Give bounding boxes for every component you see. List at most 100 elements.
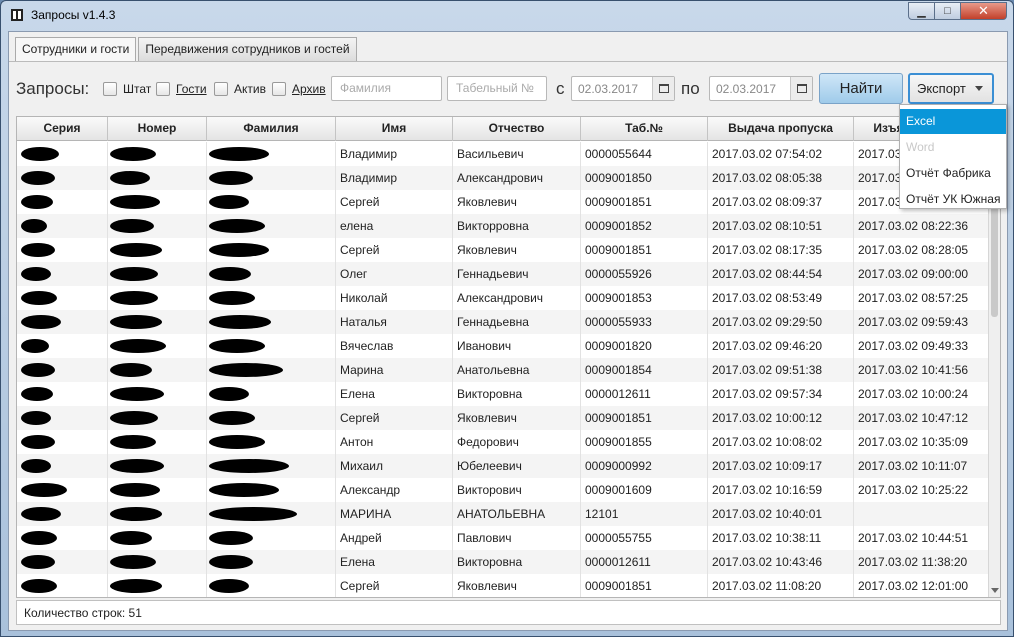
cell-col-tabnum: 0009001851 xyxy=(581,238,708,262)
active-checkbox[interactable] xyxy=(214,82,228,96)
redacted-mark xyxy=(209,387,249,401)
staff-checkbox-label[interactable]: Штат xyxy=(123,82,151,96)
export-button[interactable]: Экспорт xyxy=(908,73,994,104)
cell-col-issue: 2017.03.02 09:57:34 xyxy=(708,382,854,406)
table-row[interactable]: Сергей Яковлевич 0009001851 2017.03.02 08:1… xyxy=(17,238,1000,262)
active-checkbox-label[interactable]: Актив xyxy=(234,82,266,96)
redacted-mark xyxy=(110,507,162,521)
cell-col-name: Вячеслав xyxy=(336,334,453,358)
cell-col-patronymic: Васильевич xyxy=(453,142,581,166)
table-row[interactable]: Сергей Яковлевич 0009001851 2017.03.02 10:0… xyxy=(17,406,1000,430)
header-col-issue[interactable]: Выдача пропуска xyxy=(708,117,854,141)
cell-col-name: Александр xyxy=(336,478,453,502)
header-col-number[interactable]: Номер xyxy=(108,117,207,141)
cell-col-issue: 2017.03.02 10:43:46 xyxy=(708,550,854,574)
export-menu-item-uk-south-report[interactable]: Отчёт УК Южная xyxy=(900,187,1006,212)
redacted-mark xyxy=(209,555,253,569)
find-button[interactable]: Найти xyxy=(819,73,903,104)
header-col-tabnum[interactable]: Таб.№ xyxy=(581,117,708,141)
from-calendar-button[interactable] xyxy=(652,77,674,100)
guests-checkbox[interactable] xyxy=(156,82,170,96)
header-col-surname[interactable]: Фамилия xyxy=(207,117,336,141)
table-row[interactable]: Сергей Яковлевич 0009001851 2017.03.02 11:0… xyxy=(17,574,1000,597)
cell-col-number xyxy=(108,478,207,502)
cell-col-surname xyxy=(207,430,336,454)
cell-col-tabnum: 0009001850 xyxy=(581,166,708,190)
table-row[interactable]: елена Викторровна 0009001852 2017.03.02 08:… xyxy=(17,214,1000,238)
table-row[interactable]: Николай Александрович 0009001853 2017.03.02… xyxy=(17,286,1000,310)
cell-col-surname xyxy=(207,502,336,526)
cell-col-surname xyxy=(207,262,336,286)
archive-checkbox-label[interactable]: Архив xyxy=(292,82,326,96)
cell-col-patronymic: Иванович xyxy=(453,334,581,358)
redacted-mark xyxy=(209,579,249,593)
cell-col-issue: 2017.03.02 10:16:59 xyxy=(708,478,854,502)
cell-col-tabnum: 0000055755 xyxy=(581,526,708,550)
cell-col-patronymic: Викторович xyxy=(453,478,581,502)
redacted-mark xyxy=(21,387,53,401)
tabnum-input[interactable]: Табельный № xyxy=(447,76,547,101)
table-row[interactable]: Андрей Павлович 0000055755 2017.03.02 10:38… xyxy=(17,526,1000,550)
table-row[interactable]: Олег Геннадьевич 0000055926 2017.03.02 08:4… xyxy=(17,262,1000,286)
tab-staff-guests[interactable]: Сотрудники и гости xyxy=(15,37,137,62)
cell-col-number xyxy=(108,334,207,358)
cell-col-surname xyxy=(207,526,336,550)
cell-col-name: Сергей xyxy=(336,574,453,597)
from-date-picker[interactable]: 02.03.2017 xyxy=(571,76,675,101)
redacted-mark xyxy=(21,147,59,161)
cell-col-series xyxy=(17,262,108,286)
cell-col-number xyxy=(108,526,207,550)
guests-checkbox-label[interactable]: Гости xyxy=(176,82,207,96)
table-row[interactable]: Владимир Александрович 0009001850 2017.03.0… xyxy=(17,166,1000,190)
cell-col-surname xyxy=(207,454,336,478)
cell-col-number xyxy=(108,358,207,382)
header-col-series[interactable]: Серия xyxy=(17,117,108,141)
cell-col-issue: 2017.03.02 08:44:54 xyxy=(708,262,854,286)
close-button[interactable]: ✕ xyxy=(961,2,1007,20)
minimize-button[interactable]: ▁ xyxy=(908,2,935,20)
cell-col-issue: 2017.03.02 08:53:49 xyxy=(708,286,854,310)
redacted-mark xyxy=(209,483,279,497)
redacted-mark xyxy=(110,291,158,305)
to-calendar-button[interactable] xyxy=(790,77,812,100)
export-menu-item-factory-report[interactable]: Отчёт Фабрика xyxy=(900,161,1006,186)
header-col-name[interactable]: Имя xyxy=(336,117,453,141)
table-row[interactable]: Елена Викторовна 0000012611 2017.03.02 09:5… xyxy=(17,382,1000,406)
table-row[interactable]: МАРИНА АНАТОЛЬЕВНА 12101 2017.03.02 10:40:0… xyxy=(17,502,1000,526)
cell-col-patronymic: Викторовна xyxy=(453,550,581,574)
archive-checkbox[interactable] xyxy=(272,82,286,96)
status-bar: Количество строк: 51 xyxy=(16,600,1001,625)
redacted-mark xyxy=(110,411,158,425)
tab-movements[interactable]: Передвижения сотрудников и гостей xyxy=(138,37,357,61)
table-row[interactable]: Сергей Яковлевич 0009001851 2017.03.02 08:0… xyxy=(17,190,1000,214)
surname-input[interactable]: Фамилия xyxy=(331,76,442,101)
redacted-mark xyxy=(21,555,55,569)
table-row[interactable]: Марина Анатольевна 0009001854 2017.03.02 09… xyxy=(17,358,1000,382)
export-menu-item-excel[interactable]: Excel xyxy=(900,109,1006,134)
table-row[interactable]: Александр Викторович 0009001609 2017.03.02 … xyxy=(17,478,1000,502)
title-bar[interactable]: Запросы v1.4.3 ▁ □ ✕ xyxy=(1,1,1013,29)
redacted-mark xyxy=(110,171,150,185)
cell-col-return: 2017.03.02 10:44:51 xyxy=(854,526,1000,550)
header-col-patronymic[interactable]: Отчество xyxy=(453,117,581,141)
table-row[interactable]: Елена Викторовна 0000012611 2017.03.02 10:4… xyxy=(17,550,1000,574)
table-row[interactable]: Вячеслав Иванович 0009001820 2017.03.02 09:… xyxy=(17,334,1000,358)
cell-col-issue: 2017.03.02 11:08:20 xyxy=(708,574,854,597)
to-date-picker[interactable]: 02.03.2017 xyxy=(709,76,813,101)
table-row[interactable]: Владимир Васильевич 0000055644 2017.03.02 0… xyxy=(17,142,1000,166)
redacted-mark xyxy=(110,555,156,569)
results-table[interactable]: Серия Номер Фамилия Имя Отчество Таб.№ Выдача … xyxy=(16,116,1001,598)
cell-col-return: 2017.03.02 10:25:22 xyxy=(854,478,1000,502)
table-row[interactable]: Наталья Геннадьевна 0000055933 2017.03.02 0… xyxy=(17,310,1000,334)
table-row[interactable]: Антон Федорович 0009001855 2017.03.02 10:08… xyxy=(17,430,1000,454)
cell-col-tabnum: 0000055926 xyxy=(581,262,708,286)
cell-col-name: Сергей xyxy=(336,238,453,262)
cell-col-issue: 2017.03.02 08:10:51 xyxy=(708,214,854,238)
cell-col-surname xyxy=(207,214,336,238)
scroll-down-icon[interactable] xyxy=(991,588,999,593)
cell-col-patronymic: Яковлевич xyxy=(453,406,581,430)
query-toolbar: Запросы: Штат Гости Актив Архив Фамилия … xyxy=(9,70,1007,110)
staff-checkbox[interactable] xyxy=(103,82,117,96)
table-row[interactable]: Михаил Юбелеевич 0009000992 2017.03.02 10:0… xyxy=(17,454,1000,478)
maximize-button[interactable]: □ xyxy=(935,2,961,20)
